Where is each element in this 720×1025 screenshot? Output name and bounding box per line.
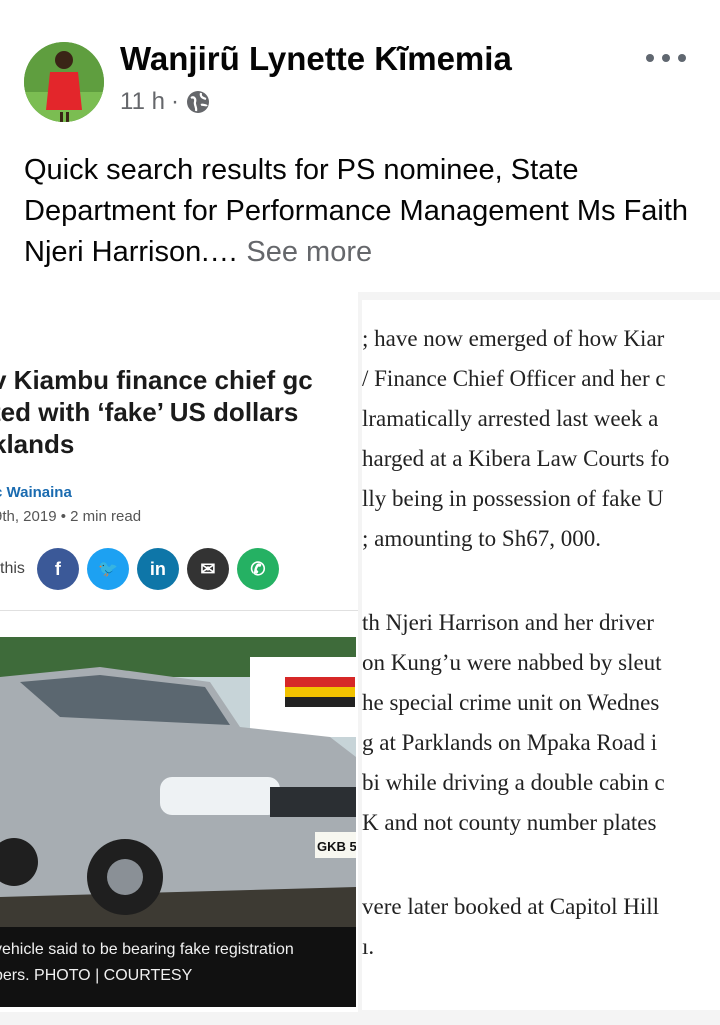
post-image[interactable]: v Kiambu finance chief gc ted with ‘fake… <box>0 292 720 1025</box>
meta-separator: · <box>170 88 179 115</box>
bullet: • <box>60 508 66 525</box>
post-time[interactable]: 11 h <box>120 88 165 116</box>
article-line: bi while driving a double cabin c <box>362 770 665 795</box>
author-name[interactable]: Wanjirũ Lynette Kĩmemia <box>120 40 512 78</box>
article-line: ; amounting to Sh67, 000. <box>362 526 601 551</box>
headline-line: ted with ‘fake’ US dollars <box>0 397 299 427</box>
dot <box>662 54 670 62</box>
whatsapp-icon: ✆ <box>236 548 279 590</box>
article-line: lramatically arrested last week a <box>362 406 659 431</box>
article-line: vere later booked at Capitol Hill <box>362 894 659 919</box>
share-bar: this f 🐦 in ✉ ✆ <box>0 548 287 590</box>
pickup-truck-image: GKB 54 <box>0 637 356 927</box>
post-header: Wanjirũ Lynette Kĩmemia 11 h · <box>0 0 720 140</box>
caption-bar: vehicle said to be bearing fake registra… <box>0 927 356 1007</box>
headline-line: klands <box>0 429 75 459</box>
read-time: 2 min read <box>70 508 142 525</box>
more-options-icon[interactable] <box>646 48 686 68</box>
publish-date: 9th, 2019 <box>0 508 57 525</box>
publish-info: 9th, 2019 • 2 min read <box>0 508 141 525</box>
share-label: this <box>0 560 25 577</box>
article-line: ı. <box>362 934 375 959</box>
linkedin-icon: in <box>136 548 179 590</box>
news-clip-left: v Kiambu finance chief gc ted with ‘fake… <box>0 292 358 1012</box>
news-clip-right: ; have now emerged of how Kiar / Finance… <box>362 300 720 1010</box>
article-line: K and not county number plates <box>362 810 657 835</box>
article-line: g at Parklands on Mpaka Road i <box>362 730 658 755</box>
article-line: th Njeri Harrison and her driver <box>362 610 654 635</box>
dot <box>678 54 686 62</box>
post-meta: 11 h · <box>120 88 211 116</box>
facebook-icon: f <box>36 548 79 590</box>
twitter-icon: 🐦 <box>86 548 129 590</box>
vehicle-photo: GKB 54 vehicle said to be bearing fake r… <box>0 637 356 1007</box>
article-line: harged at a Kibera Law Courts fo <box>362 446 670 471</box>
article-line: / Finance Chief Officer and her c <box>362 366 666 391</box>
post-text: Quick search results for PS nominee, Sta… <box>24 150 694 273</box>
article-line: on Kung’u were nabbed by sleut <box>362 650 662 675</box>
news-headline: v Kiambu finance chief gc ted with ‘fake… <box>0 364 358 460</box>
headline-line: v Kiambu finance chief gc <box>0 365 313 395</box>
dot <box>646 54 654 62</box>
plate-text: GKB 54 <box>317 839 356 854</box>
see-more-link[interactable]: See more <box>246 236 372 268</box>
avatar[interactable] <box>24 42 104 122</box>
caption-line: vehicle said to be bearing fake registra… <box>0 941 294 958</box>
email-icon: ✉ <box>186 548 229 590</box>
article-line: he special crime unit on Wednes <box>362 690 660 715</box>
globe-icon[interactable] <box>185 89 211 115</box>
caption-line: bers. PHOTO | COURTESY <box>0 967 193 984</box>
divider <box>0 610 358 611</box>
article-line: lly being in possession of fake U <box>362 486 664 511</box>
article-line: ; have now emerged of how Kiar <box>362 326 665 351</box>
byline: c Wainaina <box>0 484 72 501</box>
avatar-photo <box>24 42 104 122</box>
photo-caption: vehicle said to be bearing fake registra… <box>0 937 354 989</box>
